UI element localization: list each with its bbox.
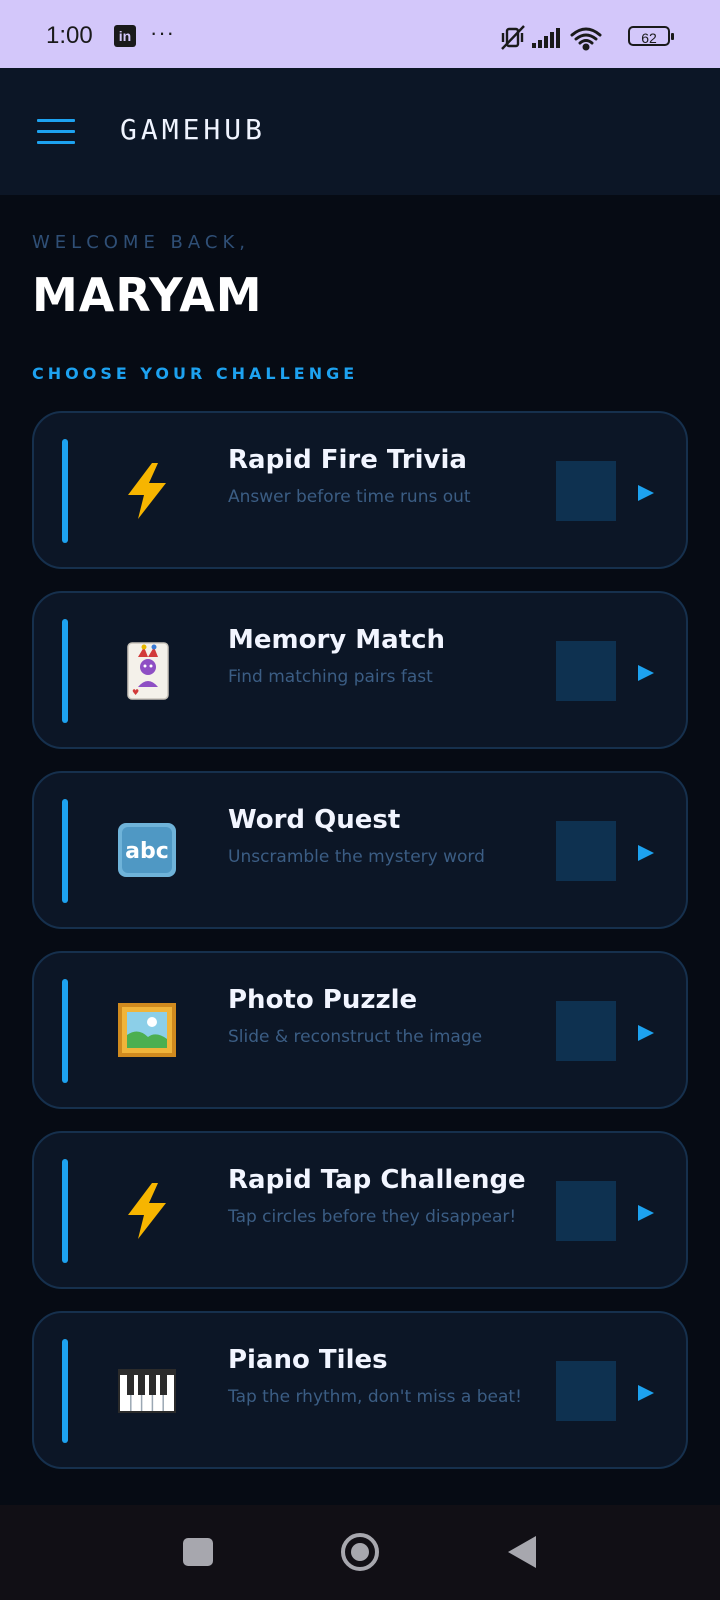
- abc-icon: abc: [118, 823, 176, 877]
- piano-keys-icon: [118, 1369, 176, 1413]
- username: MARYAM: [32, 268, 263, 322]
- signal-icon: [532, 28, 560, 48]
- play-icon[interactable]: [638, 665, 654, 681]
- status-time: 1:00: [46, 22, 93, 49]
- back-triangle-icon[interactable]: [508, 1536, 536, 1568]
- game-title: Rapid Tap Challenge: [228, 1165, 526, 1195]
- score-box: [556, 1001, 616, 1061]
- game-subtitle: Slide & reconstruct the image: [228, 1027, 483, 1047]
- game-title: Piano Tiles: [228, 1345, 388, 1375]
- app-header: [0, 68, 720, 195]
- accent-bar: [62, 979, 68, 1083]
- game-title: Memory Match: [228, 625, 446, 655]
- play-icon[interactable]: [638, 845, 654, 861]
- game-card-memory-match[interactable]: ♥ Memory Match Find matching pairs fast: [32, 591, 688, 749]
- score-box: [556, 1361, 616, 1421]
- game-subtitle: Tap the rhythm, don't miss a beat!: [228, 1387, 522, 1407]
- lightning-icon: [128, 463, 166, 519]
- play-icon[interactable]: [638, 485, 654, 501]
- play-icon[interactable]: [638, 1385, 654, 1401]
- vibrate-mute-icon: [501, 25, 525, 50]
- accent-bar: [62, 619, 68, 723]
- accent-bar: [62, 439, 68, 543]
- status-bar: 1:00 in ··· 62: [0, 0, 720, 68]
- score-box: [556, 461, 616, 521]
- game-card-photo-puzzle[interactable]: Photo Puzzle Slide & reconstruct the ima…: [32, 951, 688, 1109]
- linkedin-icon: in: [114, 25, 136, 47]
- game-subtitle: Find matching pairs fast: [228, 667, 433, 687]
- score-box: [556, 1181, 616, 1241]
- play-icon[interactable]: [638, 1025, 654, 1041]
- battery-icon: 62: [628, 26, 674, 46]
- game-card-rapid-tap-challenge[interactable]: Rapid Tap Challenge Tap circles before t…: [32, 1131, 688, 1289]
- svg-text:♥: ♥: [132, 688, 139, 697]
- accent-bar: [62, 799, 68, 903]
- game-card-rapid-fire-trivia[interactable]: Rapid Fire Trivia Answer before time run…: [32, 411, 688, 569]
- lightning-icon: [128, 1183, 166, 1239]
- game-subtitle: Answer before time runs out: [228, 487, 471, 507]
- welcome-label: WELCOME BACK,: [32, 232, 250, 253]
- wifi-icon: [570, 27, 602, 51]
- status-icons: [501, 25, 602, 51]
- game-title: Word Quest: [228, 805, 401, 835]
- accent-bar: [62, 1339, 68, 1443]
- score-box: [556, 821, 616, 881]
- game-title: Photo Puzzle: [228, 985, 418, 1015]
- home-circle-icon[interactable]: [341, 1533, 379, 1571]
- framed-picture-icon: [118, 1003, 176, 1057]
- game-subtitle: Unscramble the mystery word: [228, 847, 485, 867]
- overflow-dots: ···: [150, 20, 175, 45]
- recents-square-icon[interactable]: [183, 1538, 213, 1566]
- play-icon[interactable]: [638, 1205, 654, 1221]
- game-title: Rapid Fire Trivia: [228, 445, 467, 475]
- game-subtitle: Tap circles before they disappear!: [228, 1207, 517, 1227]
- hamburger-menu-icon[interactable]: [37, 119, 75, 145]
- section-heading: CHOOSE YOUR CHALLENGE: [32, 364, 359, 383]
- game-card-piano-tiles[interactable]: Piano Tiles Tap the rhythm, don't miss a…: [32, 1311, 688, 1469]
- game-card-word-quest[interactable]: abc Word Quest Unscramble the mystery wo…: [32, 771, 688, 929]
- svg-text:abc: abc: [125, 839, 169, 864]
- accent-bar: [62, 1159, 68, 1263]
- app-title: GAMEHUB: [120, 113, 267, 146]
- joker-card-icon: ♥: [127, 642, 169, 700]
- score-box: [556, 641, 616, 701]
